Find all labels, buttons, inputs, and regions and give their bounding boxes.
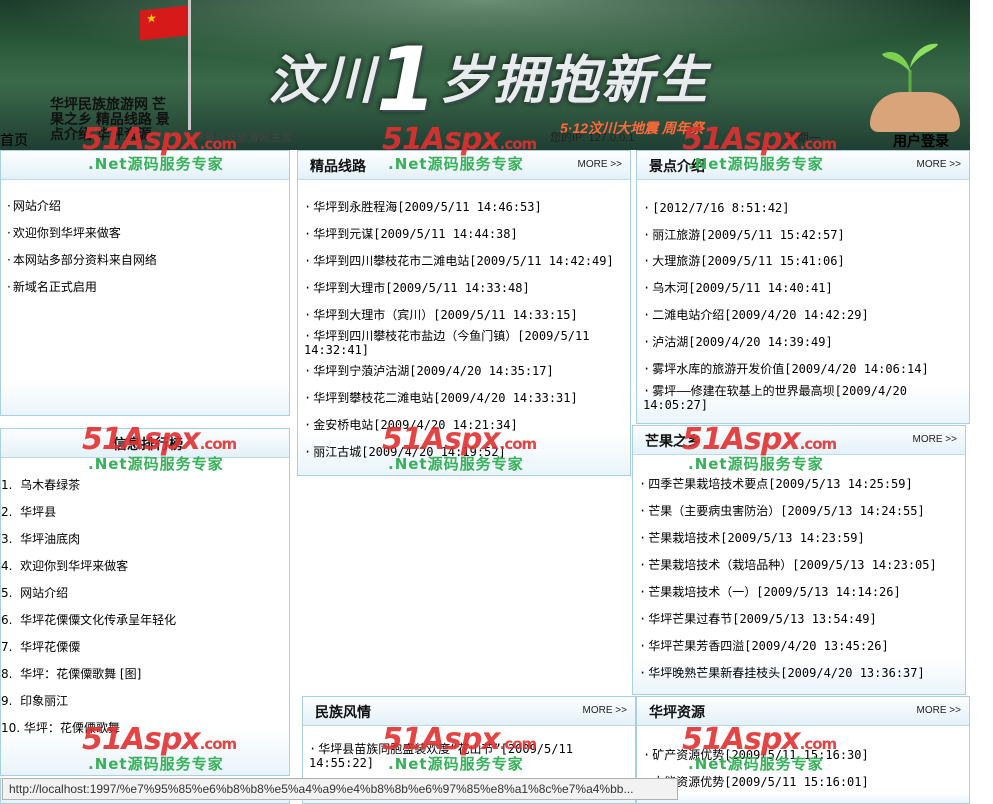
list-item[interactable]: · 华坪到宁蒗泸沽湖[2009/4/20 14:35:17] [304,364,624,378]
ranking-panel-body: 1. 乌木春绿茶 2. 华坪县 3. 华坪油底肉 4. 欢迎你到华坪来做客 5.… [1,458,289,775]
ethnic-panel-title: 民族风情 [315,704,371,720]
status-bar-url: http://localhost:1997/%e7%95%85%e6%b8%b8… [2,778,678,800]
ethnic-panel-header: 民族风情 MORE >> [303,697,635,726]
list-item[interactable]: · 华坪晚熟芒果新春挂枝头[2009/4/20 13:36:37] [639,666,959,680]
routes-panel: 精品线路 MORE >> · 华坪到永胜程海[2009/5/11 14:46:53… [297,150,631,476]
list-item[interactable]: · [2012/7/16 8:51:42] [643,201,963,215]
mango-panel: 芒果之乡 MORE >> · 四季芒果栽培技术要点[2009/5/13 14:25… [632,425,966,695]
list-item[interactable]: 3. 华坪油底肉 [1,532,283,546]
list-item[interactable]: · 华坪到元谋[2009/5/11 14:44:38] [304,227,624,241]
list-item[interactable]: · 乌木河[2009/5/11 14:40:41] [643,281,963,295]
weekday-display: 星期一 [785,131,822,145]
list-item[interactable]: · 芒果栽培技术（栽培品种）[2009/5/13 14:23:05] [639,558,959,572]
routes-more-link[interactable]: MORE >> [578,159,622,170]
resources-panel-body: ·矿产资源优势[2009/5/11 15:16:30] ·水能资源优势[2009… [637,726,969,803]
nav-home-link[interactable]: 首页 [0,130,28,150]
list-item[interactable]: · 雾坪——修建在软基上的世界最高坝[2009/4/20 14:05:27] [643,384,963,412]
notice-panel-header [1,151,289,180]
ranking-panel-title: 信息排行榜 [113,436,183,452]
mango-panel-body: · 四季芒果栽培技术要点[2009/5/13 14:25:59] · 芒果（主要病虫… [633,455,965,694]
list-item[interactable]: · 芒果（主要病虫害防治）[2009/5/13 14:24:55] [639,504,959,518]
ethnic-more-link[interactable]: MORE >> [583,705,627,716]
banner-title-pre: 汶川 [268,51,377,111]
notice-panel-body: · 网站介绍 · 欢迎你到华坪来做客 · 本网站多部分资料来自网络 · 新域名正式启用 [1,180,289,415]
list-item[interactable]: · 大理旅游[2009/5/11 15:41:06] [643,254,963,268]
list-item[interactable]: · 矿产资源优势[2009/5/11 15:16:30] [643,748,963,762]
ranking-panel-header: 信息排行榜 [1,429,289,458]
spots-panel-title: 景点介绍 [649,158,705,174]
mango-panel-title: 芒果之乡 [645,433,701,449]
list-item[interactable]: · 华坪县苗族同胞盛装欢度“花山节”[2009/5/11 14:55:22] [309,742,605,770]
spots-more-link[interactable]: MORE >> [917,159,961,170]
list-item[interactable]: · 四季芒果栽培技术要点[2009/5/13 14:25:59] [639,477,959,491]
resources-panel-title: 华坪资源 [649,704,705,720]
banner-title-num: 1 [376,28,440,131]
list-item[interactable]: · 华坪到四川攀枝花市二滩电站[2009/5/11 14:42:49] [304,254,624,268]
list-item[interactable]: 10. 华坪：花傈僳歌舞 [1,721,283,735]
list-item[interactable]: · 丽江旅游[2009/5/11 15:42:57] [643,228,963,242]
list-item[interactable]: · 芒果栽培技术[2009/5/13 14:23:59] [639,531,959,545]
list-item[interactable]: · 本网站多部分资料来自网络 [7,253,283,267]
list-item[interactable]: · 丽江古城[2009/4/20 14:19:52] [304,445,624,459]
list-item[interactable]: · 华坪芒果过春节[2009/5/13 13:54:49] [639,612,959,626]
spots-panel: 景点介绍 MORE >> · [2012/7/16 8:51:42] · 丽江旅游[… [636,150,970,424]
list-item[interactable]: 5. 网站介绍 [1,586,283,600]
hands-image [870,92,960,132]
list-item[interactable]: · 二滩电站介绍[2009/4/20 14:42:29] [643,308,963,322]
ranking-panel: 信息排行榜 1. 乌木春绿茶 2. 华坪县 3. 华坪油底肉 4. 欢迎你到华坪… [0,428,290,776]
routes-panel-header: 精品线路 MORE >> [298,151,630,180]
list-item[interactable]: 6. 华坪花傈僳文化传承呈年轻化 [1,613,283,627]
list-item[interactable]: · 华坪芒果芳香四溢[2009/4/20 13:45:26] [639,639,959,653]
list-item[interactable]: · 欢迎你到华坪来做客 [7,226,283,240]
list-item[interactable]: · 华坪到攀枝花二滩电站[2009/4/20 14:33:31] [304,391,624,405]
list-item[interactable]: · 华坪到大理市（宾川）[2009/5/11 14:33:15] [304,308,624,322]
list-item[interactable]: · 华坪到四川攀枝花市盐边（今鱼门镇）[2009/5/11 14:32:41] [304,329,624,357]
user-login-link[interactable]: 用户登录 [893,131,949,151]
list-item[interactable]: · 网站介绍 [7,199,283,213]
list-item[interactable]: 7. 华坪花傈僳 [1,640,283,654]
list-item[interactable]: 2. 华坪县 [1,505,283,519]
resources-more-link[interactable]: MORE >> [917,705,961,716]
top-nav: 首页 华坪民族旅游网 芒果之乡 精品线路 景点介绍 华坪资源 华坪县兴华旅游网主… [0,97,993,150]
list-item[interactable]: · 泸沽湖[2009/4/20 14:39:49] [643,335,963,349]
flag-icon [140,5,188,41]
routes-panel-body: · 华坪到永胜程海[2009/5/11 14:46:53] · 华坪到元谋[2009… [298,180,630,475]
list-item[interactable]: 9. 印象丽江 [1,694,283,708]
list-item[interactable]: 4. 欢迎你到华坪来做客 [1,559,283,573]
ip-display: 您的IP: 127.0.0.1 [550,132,635,144]
routes-panel-title: 精品线路 [310,158,366,174]
list-item[interactable]: · 新域名正式启用 [7,280,283,294]
spots-panel-header: 景点介绍 MORE >> [637,151,969,180]
notice-panel: · 网站介绍 · 欢迎你到华坪来做客 · 本网站多部分资料来自网络 · 新域名正式启用 [0,150,290,416]
list-item[interactable]: · 金安桥电站[2009/4/20 14:21:34] [304,418,624,432]
list-item[interactable]: ·水能资源优势[2009/5/11 15:16:01] [643,775,963,789]
spots-panel-body: · [2012/7/16 8:51:42] · 丽江旅游[2009/5/11 15:… [637,180,969,423]
resources-panel-header: 华坪资源 MORE >> [637,697,969,726]
resources-panel: 华坪资源 MORE >> · 矿产资源优势[2009/5/11 15:16:30]… [636,696,970,804]
mango-panel-header: 芒果之乡 MORE >> [633,426,965,455]
flagpole [188,0,191,130]
list-item[interactable]: · 芒果栽培技术（一）[2009/5/13 14:14:26] [639,585,959,599]
list-item[interactable]: · 华坪到大理市[2009/5/11 14:33:48] [304,281,624,295]
banner-title: 汶川1岁拥抱新生 [268,28,709,131]
list-item[interactable]: · 华坪到永胜程海[2009/5/11 14:46:53] [304,200,624,214]
site-nav-blurb[interactable]: 华坪民族旅游网 芒果之乡 精品线路 景点介绍 华坪资源 [50,97,170,142]
mango-more-link[interactable]: MORE >> [913,434,957,445]
list-item[interactable]: 1. 乌木春绿茶 [1,478,283,492]
site-home-link[interactable]: 华坪县兴华旅游网主页 [182,129,292,145]
banner-title-post: 岁拥抱新生 [439,51,710,111]
list-item[interactable]: · 雾坪水库的旅游开发价值[2009/4/20 14:06:14] [643,362,963,376]
list-item[interactable]: 8. 华坪：花傈僳歌舞 [图] [1,667,283,681]
